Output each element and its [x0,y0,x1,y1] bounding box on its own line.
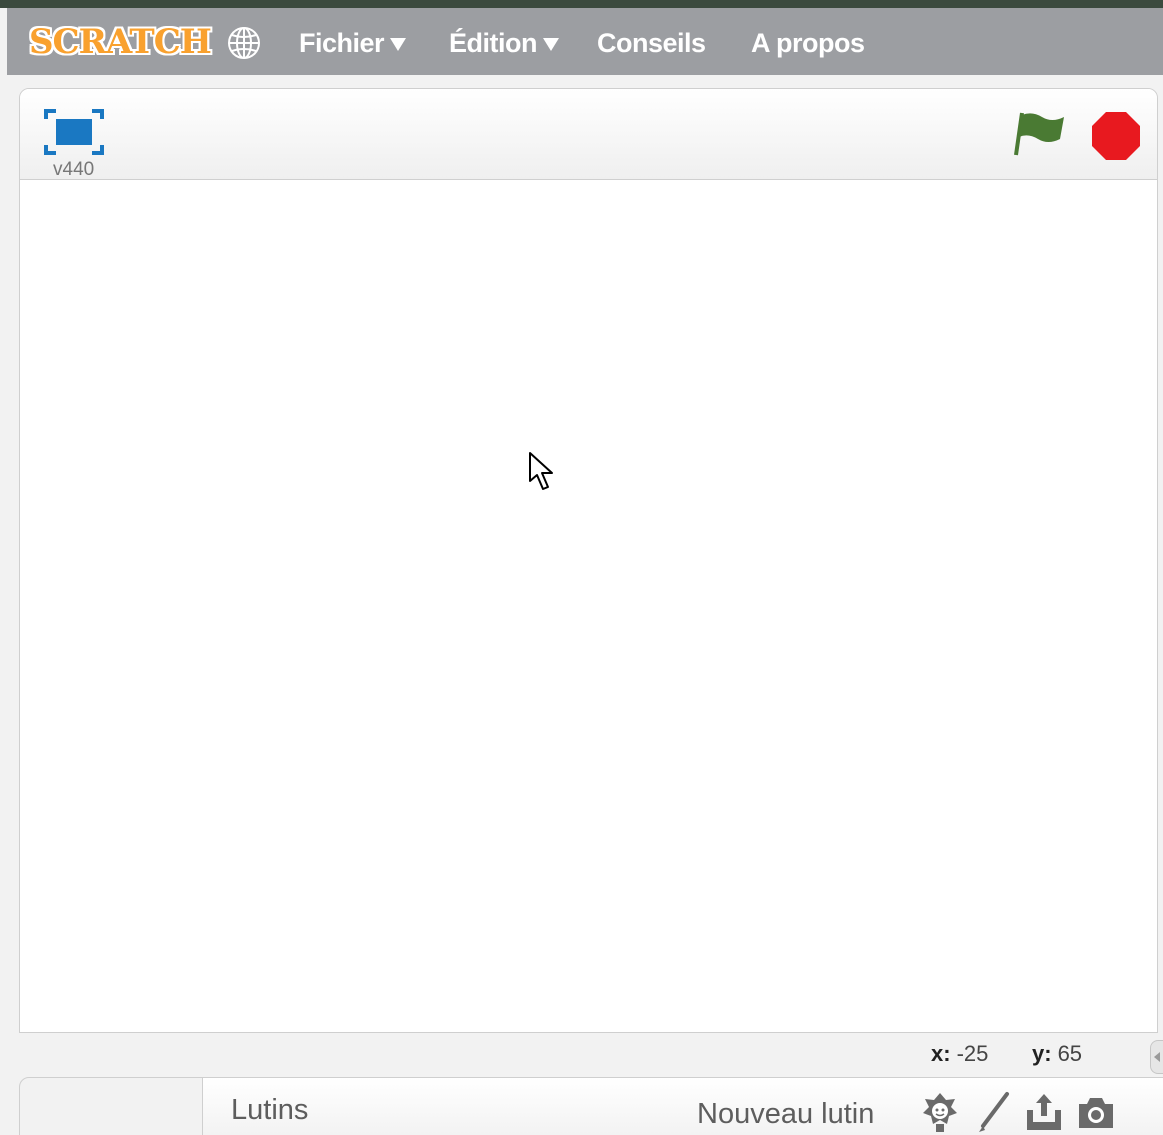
scratch-logo[interactable]: SCRATCH [29,20,212,64]
window-top-strip [0,0,1163,8]
menu-file[interactable]: Fichier [299,24,407,62]
menu-tips-label: Conseils [597,28,706,58]
upload-icon[interactable] [1023,1090,1065,1134]
menu-bar: SCRATCH Fichier Édition Conseils A propo… [7,8,1163,75]
sprites-panel: Lutins Nouveau lutin [19,1077,1163,1135]
mouse-pointer-icon [529,452,553,490]
stage-canvas[interactable] [20,180,1157,1032]
menu-edit[interactable]: Édition [449,24,559,62]
new-sprite-label: Nouveau lutin [697,1098,875,1130]
fullscreen-icon[interactable] [42,107,106,157]
menu-tips[interactable]: Conseils [597,24,706,62]
mouse-x-readout: x: -25 [931,1041,988,1067]
version-label: v440 [53,159,95,180]
menu-file-label: Fichier [299,28,385,58]
globe-icon[interactable] [225,24,263,62]
sprite-library-icon[interactable] [919,1090,961,1134]
mouse-y-readout: y: 65 [1032,1041,1082,1067]
stage-header: v440 [20,89,1157,180]
mouse-x-label: x: [931,1041,951,1066]
menu-about-label: A propos [751,28,865,58]
mouse-x-value: -25 [956,1041,989,1066]
menu-about[interactable]: A propos [751,24,865,62]
sprites-title: Lutins [231,1094,309,1126]
menu-edit-label: Édition [449,28,537,58]
scratch-editor: SCRATCH Fichier Édition Conseils A propo… [0,0,1163,1135]
chevron-down-icon [390,37,407,51]
mouse-y-value: 65 [1057,1041,1083,1066]
stage-panel: v440 [19,88,1158,1033]
paint-brush-icon[interactable] [973,1090,1015,1134]
mouse-y-label: y: [1032,1041,1052,1066]
sprites-header: Lutins Nouveau lutin [202,1078,1163,1135]
collapse-stage-tab[interactable] [1150,1040,1163,1074]
camera-icon[interactable] [1075,1090,1117,1134]
stop-icon[interactable] [1091,111,1141,161]
scratch-logo-text: SCRATCH [29,22,212,62]
chevron-down-icon [542,37,559,51]
green-flag-icon[interactable] [1014,109,1068,161]
